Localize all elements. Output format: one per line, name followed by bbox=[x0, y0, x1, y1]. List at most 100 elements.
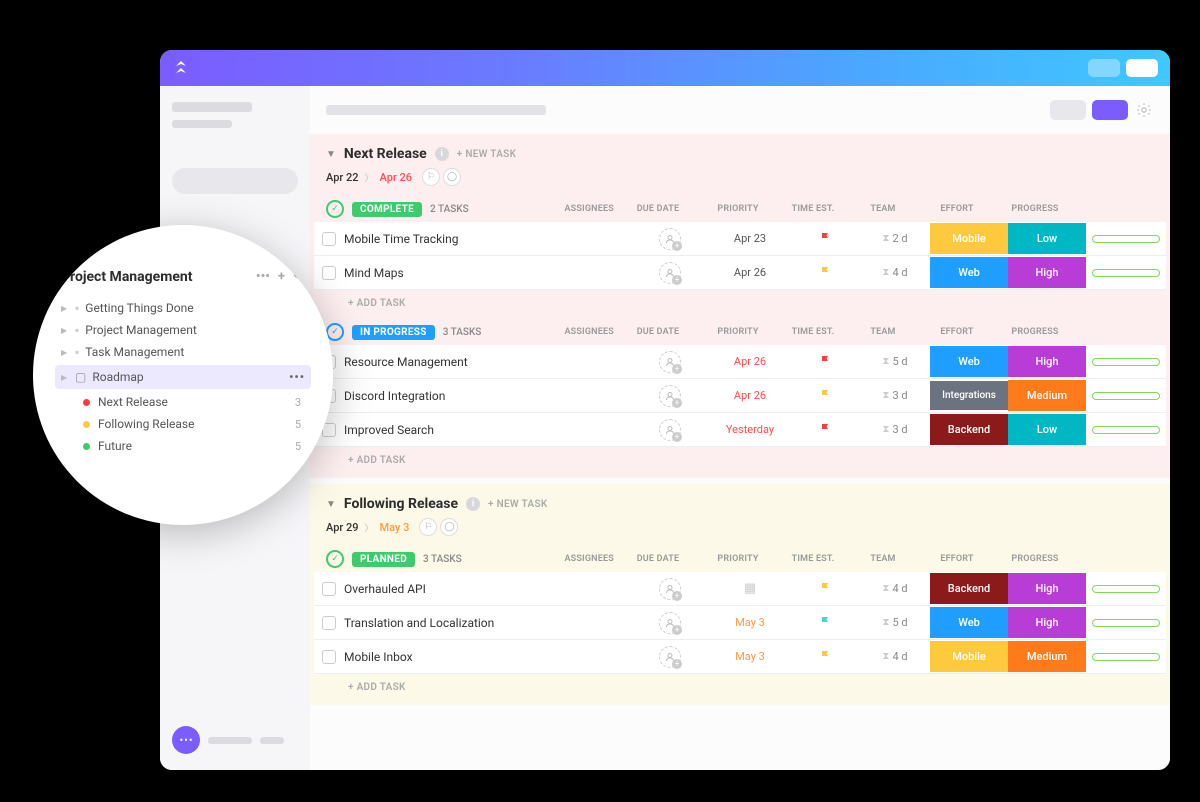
add-task-button[interactable]: + ADD TASK bbox=[310, 290, 1170, 317]
task-name[interactable]: Mobile Inbox bbox=[340, 642, 630, 672]
task-name[interactable]: Discord Integration bbox=[340, 381, 630, 411]
time-est-cell[interactable]: ⧗4 d bbox=[860, 650, 930, 663]
progress-cell[interactable] bbox=[1086, 358, 1166, 366]
assignee-cell[interactable] bbox=[630, 228, 710, 250]
effort-tag[interactable]: Low bbox=[1008, 223, 1086, 254]
due-date-cell[interactable]: May 3 bbox=[710, 650, 790, 663]
search-input[interactable] bbox=[172, 168, 298, 194]
add-task-button[interactable]: + ADD TASK bbox=[310, 447, 1170, 474]
settings-icon[interactable] bbox=[1134, 100, 1154, 120]
time-est-cell[interactable]: ⧗3 d bbox=[860, 423, 930, 436]
avatar-placeholder-icon[interactable] bbox=[659, 419, 681, 441]
task-checkbox[interactable] bbox=[322, 266, 336, 280]
chat-button[interactable]: ⋯ bbox=[172, 726, 298, 754]
due-date-cell[interactable]: Apr 26 bbox=[710, 266, 790, 279]
flag-toggle-icon[interactable]: ⚐ bbox=[419, 518, 437, 536]
collapse-caret-icon[interactable]: ▼ bbox=[326, 149, 336, 160]
tree-item[interactable]: ▶▪Project Management bbox=[61, 319, 305, 341]
time-est-cell[interactable]: ⧗4 d bbox=[860, 266, 930, 279]
avatar-placeholder-icon[interactable] bbox=[659, 578, 681, 600]
task-name[interactable]: Mobile Time Tracking bbox=[340, 224, 630, 254]
flag-toggle-icon[interactable]: ⚐ bbox=[422, 168, 440, 186]
priority-cell[interactable] bbox=[790, 266, 860, 280]
task-name[interactable]: Translation and Localization bbox=[340, 608, 630, 638]
task-checkbox[interactable] bbox=[322, 650, 336, 664]
due-date-cell[interactable]: Apr 23 bbox=[710, 232, 790, 245]
time-est-cell[interactable]: ⧗2 d bbox=[860, 232, 930, 245]
avatar-toggle-icon[interactable]: ◯ bbox=[443, 168, 461, 186]
team-tag[interactable]: Integrations bbox=[930, 381, 1008, 410]
new-task-button[interactable]: + NEW TASK bbox=[488, 499, 548, 510]
priority-cell[interactable] bbox=[790, 232, 860, 246]
tree-item[interactable]: ▶▢Roadmap••• bbox=[55, 365, 311, 389]
tree-item[interactable]: ▶▪Task Management bbox=[61, 341, 305, 363]
team-tag[interactable]: Web bbox=[930, 257, 1008, 288]
team-tag[interactable]: Mobile bbox=[930, 641, 1008, 672]
task-checkbox[interactable] bbox=[322, 582, 336, 596]
add-icon[interactable]: + bbox=[278, 269, 285, 285]
task-name[interactable]: Improved Search bbox=[340, 415, 630, 445]
task-row[interactable]: Translation and Localization May 3 ⧗5 d … bbox=[314, 606, 1166, 640]
view-toggle[interactable] bbox=[1050, 100, 1086, 120]
avatar-toggle-icon[interactable]: ◯ bbox=[440, 518, 458, 536]
avatar-placeholder-icon[interactable] bbox=[659, 351, 681, 373]
due-date-cell[interactable]: May 3 bbox=[710, 616, 790, 629]
avatar-placeholder-icon[interactable] bbox=[659, 228, 681, 250]
info-icon[interactable]: i bbox=[466, 497, 480, 511]
progress-cell[interactable] bbox=[1086, 585, 1166, 593]
team-tag[interactable]: Backend bbox=[930, 414, 1008, 445]
effort-tag[interactable]: High bbox=[1008, 346, 1086, 377]
tree-subitem[interactable]: Next Release3 bbox=[83, 391, 305, 413]
assignee-cell[interactable] bbox=[630, 351, 710, 373]
time-est-cell[interactable]: ⧗4 d bbox=[860, 582, 930, 595]
avatar-placeholder-icon[interactable] bbox=[659, 612, 681, 634]
team-tag[interactable]: Mobile bbox=[930, 223, 1008, 254]
window-minimize-button[interactable] bbox=[1088, 59, 1120, 77]
info-icon[interactable]: i bbox=[435, 147, 449, 161]
progress-cell[interactable] bbox=[1086, 392, 1166, 400]
priority-cell[interactable] bbox=[790, 389, 860, 403]
status-badge[interactable]: COMPLETE bbox=[352, 202, 422, 217]
task-row[interactable]: Mind Maps Apr 26 ⧗4 d Web High bbox=[314, 256, 1166, 290]
task-name[interactable]: Resource Management bbox=[340, 347, 630, 377]
effort-tag[interactable]: Medium bbox=[1008, 380, 1086, 411]
team-tag[interactable]: Backend bbox=[930, 573, 1008, 604]
status-circle-icon[interactable]: ✓ bbox=[326, 200, 344, 218]
progress-cell[interactable] bbox=[1086, 619, 1166, 627]
progress-cell[interactable] bbox=[1086, 426, 1166, 434]
priority-cell[interactable] bbox=[790, 582, 860, 596]
window-maximize-button[interactable] bbox=[1126, 59, 1158, 77]
effort-tag[interactable]: High bbox=[1008, 257, 1086, 288]
task-row[interactable]: Overhauled API ▦ ⧗4 d Backend High bbox=[314, 572, 1166, 606]
time-est-cell[interactable]: ⧗5 d bbox=[860, 616, 930, 629]
progress-cell[interactable] bbox=[1086, 235, 1166, 243]
effort-tag[interactable]: Medium bbox=[1008, 641, 1086, 672]
collapse-caret-icon[interactable]: ▼ bbox=[326, 499, 336, 510]
task-row[interactable]: Discord Integration Apr 26 ⧗3 d Integrat… bbox=[314, 379, 1166, 413]
task-row[interactable]: Resource Management Apr 26 ⧗5 d Web High bbox=[314, 345, 1166, 379]
task-row[interactable]: Mobile Time Tracking Apr 23 ⧗2 d Mobile … bbox=[314, 222, 1166, 256]
time-est-cell[interactable]: ⧗3 d bbox=[860, 389, 930, 402]
effort-tag[interactable]: High bbox=[1008, 607, 1086, 638]
task-row[interactable]: Improved Search Yesterday ⧗3 d Backend L… bbox=[314, 413, 1166, 447]
tree-subitem[interactable]: Following Release5 bbox=[83, 413, 305, 435]
tree-item[interactable]: ▶▪Getting Things Done bbox=[61, 297, 305, 319]
avatar-placeholder-icon[interactable] bbox=[659, 646, 681, 668]
time-est-cell[interactable]: ⧗5 d bbox=[860, 355, 930, 368]
status-badge[interactable]: PLANNED bbox=[352, 552, 415, 567]
more-icon[interactable]: ••• bbox=[289, 370, 305, 384]
team-tag[interactable]: Web bbox=[930, 346, 1008, 377]
add-task-button[interactable]: + ADD TASK bbox=[310, 674, 1170, 701]
due-date-cell[interactable]: Apr 26 bbox=[710, 355, 790, 368]
assignee-cell[interactable] bbox=[630, 578, 710, 600]
assignee-cell[interactable] bbox=[630, 612, 710, 634]
task-name[interactable]: Overhauled API bbox=[340, 574, 630, 604]
effort-tag[interactable]: Low bbox=[1008, 414, 1086, 445]
task-name[interactable]: Mind Maps bbox=[340, 258, 630, 288]
status-circle-icon[interactable]: ✓ bbox=[326, 550, 344, 568]
priority-cell[interactable] bbox=[790, 616, 860, 630]
assignee-cell[interactable] bbox=[630, 262, 710, 284]
task-checkbox[interactable] bbox=[322, 616, 336, 630]
due-date-cell[interactable]: ▦ bbox=[710, 581, 790, 596]
new-task-button[interactable]: + NEW TASK bbox=[457, 149, 517, 160]
